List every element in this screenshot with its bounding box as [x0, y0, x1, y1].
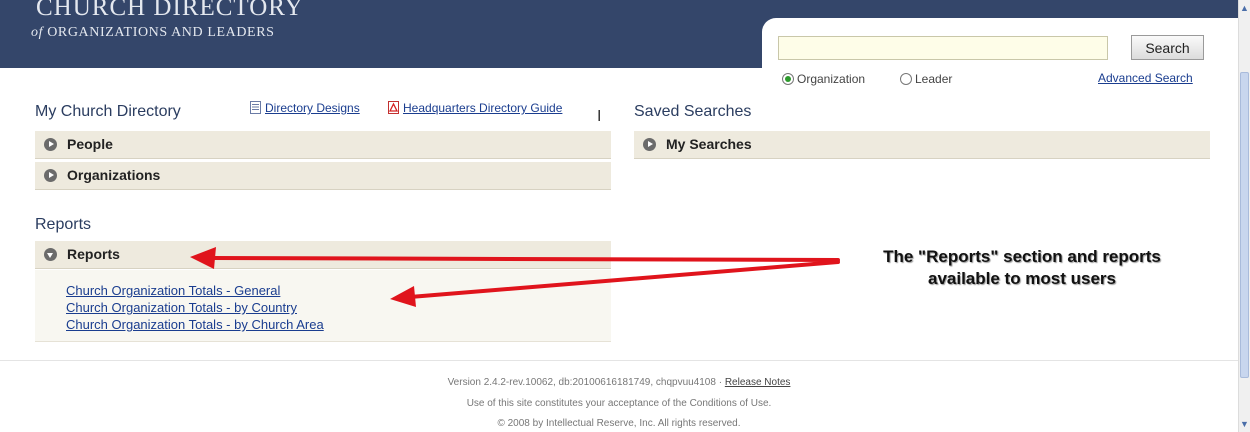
- directory-designs-link[interactable]: Directory Designs: [250, 101, 360, 115]
- annotation-line-1: The "Reports" section and reports: [883, 247, 1161, 266]
- document-icon: [250, 101, 261, 114]
- section-organizations-label: Organizations: [67, 167, 161, 183]
- brand-title: CHURCH DIRECTORY: [36, 0, 304, 21]
- directory-title: My Church Directory: [35, 103, 181, 120]
- section-reports[interactable]: Reports: [35, 241, 611, 269]
- saved-searches-title: Saved Searches: [634, 103, 752, 120]
- section-my-searches[interactable]: My Searches: [634, 131, 1210, 159]
- report-link-by-country[interactable]: Church Organization Totals - by Country: [66, 300, 297, 315]
- vertical-scrollbar[interactable]: ▲ ▼: [1238, 0, 1250, 432]
- footer-copyright: © 2008 by Intellectual Reserve, Inc. All…: [497, 418, 741, 429]
- scroll-thumb[interactable]: [1240, 72, 1249, 378]
- headquarters-guide-label[interactable]: Headquarters Directory Guide: [403, 101, 562, 115]
- brand-subtitle-of: of: [31, 25, 44, 40]
- footer-version: Version 2.4.2-rev.10062, db:201006161817…: [0, 377, 1238, 388]
- expand-icon[interactable]: [44, 169, 57, 182]
- reports-list: Church Organization Totals - General Chu…: [35, 270, 611, 342]
- scroll-up-icon[interactable]: ▲: [1239, 2, 1250, 14]
- scroll-down-icon[interactable]: ▼: [1239, 418, 1250, 430]
- expand-icon[interactable]: [643, 138, 656, 151]
- advanced-search-link[interactable]: Advanced Search: [1098, 71, 1193, 85]
- release-notes-link[interactable]: Release Notes: [725, 377, 791, 388]
- footer-divider: [0, 360, 1238, 361]
- radio-organization[interactable]: Organization: [782, 72, 865, 86]
- report-link-general[interactable]: Church Organization Totals - General: [66, 283, 280, 298]
- report-link-by-church-area[interactable]: Church Organization Totals - by Church A…: [66, 317, 324, 332]
- version-text: Version 2.4.2-rev.10062, db:201006161817…: [447, 377, 725, 388]
- collapse-icon[interactable]: [44, 248, 57, 261]
- pdf-icon: [388, 101, 399, 114]
- section-organizations[interactable]: Organizations: [35, 162, 611, 190]
- section-people[interactable]: People: [35, 131, 611, 159]
- headquarters-guide-link[interactable]: Headquarters Directory Guide: [388, 101, 562, 115]
- section-reports-label: Reports: [67, 246, 120, 262]
- search-button[interactable]: Search: [1131, 35, 1204, 60]
- expand-icon[interactable]: [44, 138, 57, 151]
- section-my-searches-label: My Searches: [666, 136, 752, 152]
- directory-designs-label[interactable]: Directory Designs: [265, 101, 360, 115]
- radio-leader[interactable]: Leader: [900, 72, 952, 86]
- radio-leader-label: Leader: [915, 72, 953, 86]
- radio-unselected-icon[interactable]: [900, 73, 912, 85]
- section-people-label: People: [67, 136, 113, 152]
- radio-organization-label: Organization: [797, 72, 866, 86]
- search-input[interactable]: [778, 36, 1108, 60]
- radio-selected-icon[interactable]: [782, 73, 794, 85]
- footer-terms: Use of this site constitutes your accept…: [466, 398, 772, 409]
- annotation-callout: The "Reports" section and reports availa…: [822, 246, 1222, 290]
- brand-subtitle: of ORGANIZATIONS AND LEADERS: [31, 25, 275, 41]
- annotation-line-2: available to most users: [927, 269, 1117, 288]
- text-cursor-icon: I: [597, 108, 602, 125]
- brand-subtitle-rest: ORGANIZATIONS AND LEADERS: [43, 25, 275, 40]
- search-panel: Search Organization Leader Advanced Sear…: [762, 18, 1238, 94]
- reports-title: Reports: [35, 216, 92, 233]
